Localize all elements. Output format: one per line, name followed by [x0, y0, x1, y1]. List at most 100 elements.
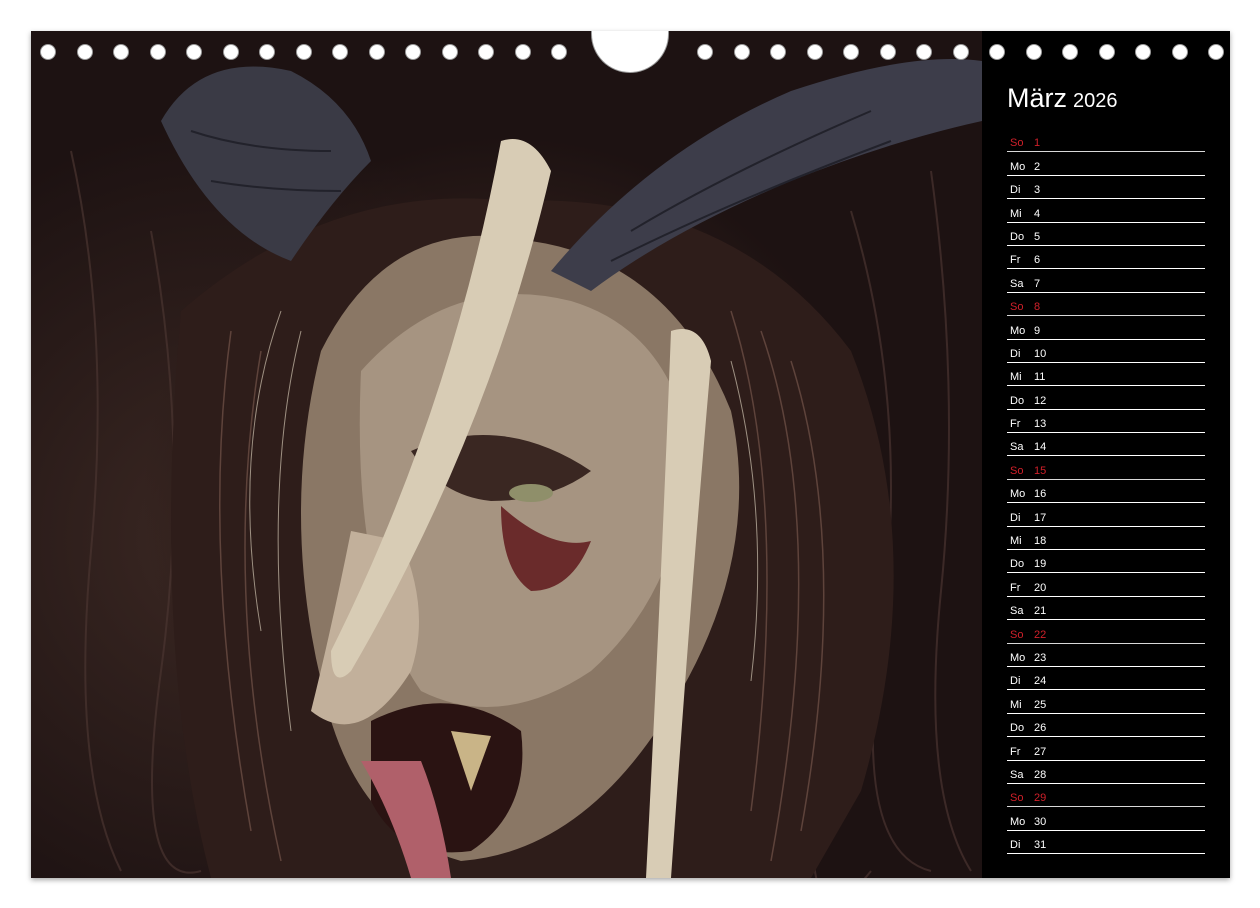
weekday-label: Fr — [1010, 581, 1021, 594]
day-number: 19 — [1034, 558, 1047, 571]
binding-hole — [478, 44, 494, 60]
weekday-label: Mi — [1010, 207, 1022, 220]
weekday-label: Di — [1010, 839, 1021, 852]
weekday-label: Mo — [1010, 815, 1026, 828]
day-number: 14 — [1034, 441, 1047, 454]
day-row: Sa 14 — [1007, 433, 1205, 457]
weekday-label: Mi — [1010, 698, 1022, 711]
weekday-label: Mo — [1010, 488, 1026, 501]
weekday-label: So — [1010, 301, 1024, 314]
day-row: Sa 28 — [1007, 761, 1205, 784]
weekday-label: Di — [1010, 675, 1021, 688]
day-row: Mo 2 — [1007, 152, 1205, 176]
weekday-label: So — [1010, 792, 1024, 805]
weekday-label: Do — [1010, 230, 1025, 243]
binding-hole — [952, 44, 969, 60]
day-row: Sa 21 — [1007, 597, 1205, 621]
weekday-label: Sa — [1010, 277, 1024, 290]
day-number: 24 — [1034, 675, 1047, 688]
day-row: Mi 18 — [1007, 527, 1205, 551]
day-number: 18 — [1034, 535, 1047, 548]
calendar-page: März 2026 So 1 Mo 2 Di 3 Mi 4 Do 5 Fr 6 Sa 7 So 8 Mo 9 Di 10… — [0, 0, 1260, 908]
binding-hole — [186, 44, 202, 60]
binding-hole — [1171, 44, 1188, 60]
day-row: Do 12 — [1007, 386, 1205, 410]
day-number: 7 — [1034, 277, 1041, 290]
day-number: 21 — [1034, 605, 1047, 618]
krampus-mask-photo — [31, 31, 982, 878]
day-number: 8 — [1034, 301, 1041, 314]
weekday-label: Sa — [1010, 605, 1024, 618]
binding-hole — [259, 44, 275, 60]
day-row: Do 5 — [1007, 223, 1205, 246]
day-row: So 15 — [1007, 456, 1205, 480]
binding-hole — [405, 44, 421, 60]
day-row: Di 17 — [1007, 503, 1205, 527]
weekday-label: Sa — [1010, 768, 1024, 781]
weekday-label: Mo — [1010, 651, 1026, 664]
binding-hole — [733, 44, 750, 60]
day-row: Fr 13 — [1007, 410, 1205, 434]
weekday-label: So — [1010, 464, 1024, 477]
day-number: 23 — [1034, 651, 1047, 664]
day-number: 29 — [1034, 792, 1047, 805]
day-number: 16 — [1034, 488, 1047, 501]
weekday-label: Do — [1010, 722, 1025, 735]
weekday-label: Di — [1010, 347, 1021, 360]
day-row: Di 24 — [1007, 667, 1205, 691]
day-row: So 22 — [1007, 620, 1205, 644]
day-number: 1 — [1034, 137, 1041, 150]
binding-hole — [989, 44, 1005, 60]
wall-calendar: März 2026 So 1 Mo 2 Di 3 Mi 4 Do 5 Fr 6 Sa 7 So 8 Mo 9 Di 10… — [31, 31, 1230, 878]
binding-hole — [916, 44, 932, 60]
day-number: 4 — [1034, 207, 1041, 220]
day-number: 15 — [1034, 464, 1047, 477]
weekday-label: Do — [1010, 558, 1025, 571]
binding-hole — [551, 44, 567, 60]
binding-hole — [1062, 44, 1078, 60]
day-row: Mo 23 — [1007, 644, 1205, 667]
day-number: 25 — [1034, 698, 1047, 711]
day-number: 26 — [1034, 722, 1047, 735]
weekday-label: Mi — [1010, 371, 1022, 384]
day-row: Fr 20 — [1007, 573, 1205, 597]
day-number: 28 — [1034, 768, 1047, 781]
day-row: So 29 — [1007, 784, 1205, 808]
binding-hole — [295, 44, 312, 60]
day-row: Di 10 — [1007, 340, 1205, 363]
day-list: So 1 Mo 2 Di 3 Mi 4 Do 5 Fr 6 Sa 7 So 8 Mo 9 Di 10 Mi 11 Do 12 F… — [1007, 129, 1205, 855]
binding-hole — [332, 44, 348, 60]
binding-hole — [514, 44, 531, 60]
binding-hole — [441, 44, 458, 60]
day-number: 9 — [1034, 324, 1041, 337]
day-number: 20 — [1034, 581, 1047, 594]
month-name: März — [1007, 83, 1067, 113]
day-number: 22 — [1034, 628, 1047, 641]
day-row: Mo 9 — [1007, 316, 1205, 340]
day-row: Fr 6 — [1007, 246, 1205, 270]
day-number: 2 — [1034, 160, 1041, 173]
day-number: 17 — [1034, 511, 1047, 524]
weekday-label: So — [1010, 137, 1024, 150]
day-row: Do 26 — [1007, 714, 1205, 738]
binding-hole — [40, 44, 56, 60]
day-row: Mi 11 — [1007, 363, 1205, 387]
binding-hole — [222, 44, 239, 60]
weekday-label: Fr — [1010, 254, 1021, 267]
day-row: Fr 27 — [1007, 737, 1205, 761]
day-number: 27 — [1034, 745, 1047, 758]
day-number: 5 — [1034, 230, 1041, 243]
day-number: 13 — [1034, 418, 1047, 431]
day-row: Mo 30 — [1007, 807, 1205, 831]
binding-hole — [149, 44, 166, 60]
photo-illustration — [70, 59, 982, 878]
year: 2026 — [1073, 90, 1118, 112]
day-row: Do 19 — [1007, 550, 1205, 574]
day-row: Mi 4 — [1007, 199, 1205, 223]
binding-hole — [76, 44, 93, 60]
weekday-label: Mo — [1010, 160, 1026, 173]
weekday-label: Do — [1010, 394, 1025, 407]
binding-hole — [843, 44, 859, 60]
weekday-label: Fr — [1010, 745, 1021, 758]
day-row: Sa 7 — [1007, 269, 1205, 293]
